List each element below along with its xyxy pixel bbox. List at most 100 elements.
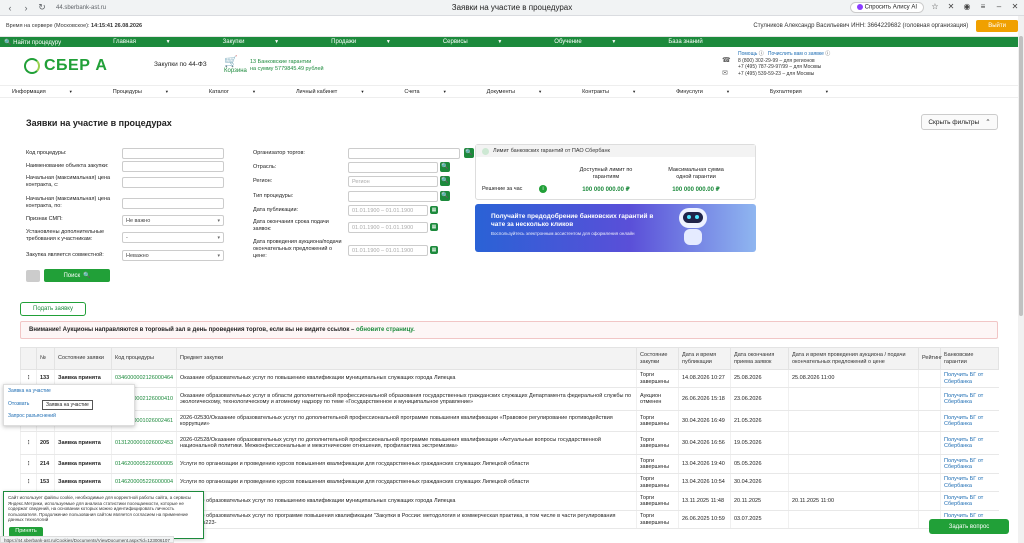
menu-item-withdraw[interactable]: Отозвать xyxy=(8,401,29,407)
menu-item-cabinet[interactable]: Личный кабинет ▼ xyxy=(296,89,384,95)
warning-banner: Внимание! Аукционы направляются в торгов… xyxy=(20,321,998,339)
back-icon[interactable]: ‹ xyxy=(4,2,16,14)
deadline-date: 05.05.2026 xyxy=(730,454,789,474)
organizer-input[interactable] xyxy=(348,148,460,159)
guarantee-banner[interactable]: Получайте предодобрение банковских гаран… xyxy=(475,204,756,252)
cookie-notice: Сайт использует файлы cookie, необходимы… xyxy=(3,491,204,539)
proc-type-input[interactable] xyxy=(348,191,438,202)
calendar-icon[interactable]: ▦ xyxy=(430,246,438,254)
table-row[interactable]: ⋮ 153 Заявка принята 0146200005226000004 Усл… xyxy=(20,473,999,492)
reload-icon[interactable]: ↻ xyxy=(36,2,48,14)
rating-cell xyxy=(918,491,941,511)
browser-toolbar: ‹ › ↻ 44.sberbank-ast.ru Заявки на участ… xyxy=(0,0,1024,16)
nav-item-home[interactable]: Главная ▼ xyxy=(113,39,196,45)
price-to-input[interactable] xyxy=(122,198,224,209)
row-menu-icon[interactable]: ⋮ xyxy=(20,473,37,492)
refresh-page-link[interactable]: обновите страницу. xyxy=(356,327,415,333)
bookmark-icon[interactable]: ☆ xyxy=(930,2,940,12)
menu-item-accounts[interactable]: Счета ▼ xyxy=(404,89,466,95)
cart-summary[interactable]: 13 Банковские гарантии на сумму 5779845.… xyxy=(250,59,324,73)
table-row[interactable]: ⋮ 214 Заявка принята 0146200005226000005 Усл… xyxy=(20,454,999,474)
get-guarantee-link[interactable]: Получить БГ от Сбербанка xyxy=(940,387,999,411)
auction-date xyxy=(788,410,919,432)
procedure-code-input[interactable] xyxy=(122,148,224,159)
minimize-icon[interactable]: – xyxy=(994,2,1004,12)
hide-filters-button[interactable]: Скрыть фильтры ⌃ xyxy=(921,114,998,130)
nav-item-training[interactable]: Обучение ▼ xyxy=(554,39,642,45)
menu-item-accounting[interactable]: Бухгалтерия ▼ xyxy=(770,89,849,95)
purchase-status: Торги завершены xyxy=(636,473,679,492)
proc-type-search-icon[interactable]: 🔍 xyxy=(440,191,450,201)
procedure-code-link[interactable]: 0146200005226000005 xyxy=(111,454,177,474)
server-time: Время на сервере (Московское): 14:15:41 … xyxy=(6,23,143,29)
find-procedure-link[interactable]: 🔍 Найти процедуру xyxy=(4,39,87,46)
ask-question-button[interactable]: Задать вопрос xyxy=(929,519,1009,534)
object-name-input[interactable] xyxy=(122,161,224,172)
nav-item-sales[interactable]: Продажи ▼ xyxy=(331,39,417,45)
menu-item-contracts[interactable]: Контракты ▼ xyxy=(582,89,656,95)
menu-item-info[interactable]: Информация ▼ xyxy=(12,89,93,95)
alice-label: Спросить Алису AI xyxy=(864,4,917,11)
row-menu-icon[interactable]: ⋮ xyxy=(20,431,37,455)
rate-link[interactable]: Почислить вам о заявке xyxy=(768,51,824,57)
smp-select[interactable]: Не важно ▾ xyxy=(122,215,224,226)
pub-date-range[interactable]: 01.01.1900 – 01.01.1900 xyxy=(348,205,428,216)
calendar-icon[interactable]: ▦ xyxy=(430,206,438,214)
search-button[interactable]: Поиск 🔍 xyxy=(44,269,110,282)
address-bar[interactable]: 44.sberbank-ast.ru xyxy=(56,5,106,11)
auction-date-range[interactable]: 01.01.1900 – 01.01.1900 xyxy=(348,245,428,256)
close-icon[interactable]: ✕ xyxy=(1010,2,1020,12)
logout-button[interactable]: Выйти xyxy=(976,20,1018,32)
sber-logo[interactable]: СБЕР А xyxy=(24,57,107,75)
calendar-icon[interactable]: ▦ xyxy=(430,223,438,231)
get-guarantee-link[interactable]: Получить БГ от Сбербанка xyxy=(940,491,999,511)
organizer-search-icon[interactable]: 🔍 xyxy=(464,148,474,158)
deadline-date: 03.07.2025 xyxy=(730,510,789,529)
branch-input[interactable] xyxy=(348,162,438,173)
region-input[interactable]: Регион xyxy=(348,176,438,187)
nav-item-services[interactable]: Сервисы ▼ xyxy=(443,39,528,45)
get-guarantee-link[interactable]: Получить БГ от Сбербанка xyxy=(940,431,999,455)
filter-label-pub-date: Дата публикации: xyxy=(253,207,299,213)
info-icon[interactable]: i xyxy=(539,185,547,193)
procedure-code-link[interactable]: 0146200005226000004 xyxy=(111,473,177,492)
extension2-icon[interactable]: ◉ xyxy=(962,2,972,12)
help-link[interactable]: Помощь xyxy=(738,51,757,57)
get-guarantee-link[interactable]: Получить БГ от Сбербанка xyxy=(940,473,999,492)
table-row[interactable]: ⋮ 205 Заявка принята 0131200001026002453 202… xyxy=(20,431,999,455)
menu-item-catalog[interactable]: Каталог ▼ xyxy=(209,89,276,95)
table-row[interactable]: ⋮ 133 Заявка принята 0346000002126000464 Ока… xyxy=(20,369,999,388)
chevron-up-icon: ⌃ xyxy=(985,119,991,126)
joint-select[interactable]: Неважно ▾ xyxy=(122,250,224,261)
get-guarantee-link[interactable]: Получить БГ от Сбербанка xyxy=(940,410,999,432)
auction-date xyxy=(788,387,919,411)
menu-item-application[interactable]: Заявка на участие xyxy=(8,388,51,394)
scrollbar-thumb[interactable] xyxy=(1019,36,1023,316)
extension-icon[interactable]: ✕ xyxy=(946,2,956,12)
submit-application-button[interactable]: Подать заявку xyxy=(20,302,86,316)
menu-item-documents[interactable]: Документы ▼ xyxy=(487,89,562,95)
menu-icon[interactable]: ≡ xyxy=(978,2,988,12)
page-scrollbar[interactable] xyxy=(1018,16,1024,543)
row-menu-icon[interactable]: ⋮ xyxy=(20,454,37,474)
menu-item-finservices[interactable]: Финуслуги ▼ xyxy=(676,89,750,95)
menu-item-clarification[interactable]: Запрос разъяснений xyxy=(8,413,56,419)
region-search-icon[interactable]: 🔍 xyxy=(440,176,450,186)
nav-item-knowledge[interactable]: База знаний xyxy=(668,39,702,45)
extra-req-select[interactable]: - ▾ xyxy=(122,232,224,243)
forward-icon[interactable]: › xyxy=(20,2,32,14)
price-from-input[interactable] xyxy=(122,177,224,188)
get-guarantee-link[interactable]: Получить БГ от Сбербанка xyxy=(940,454,999,474)
get-guarantee-link[interactable]: Получить БГ от Сбербанка xyxy=(940,369,999,388)
cart-link[interactable]: 🛒 Корзина xyxy=(224,55,247,74)
nav-item-purchases[interactable]: Закупки ▼ xyxy=(223,39,306,45)
deadline-range[interactable]: 01.01.1900 – 01.01.1900 xyxy=(348,222,428,233)
menu-item-procedures[interactable]: Процедуры ▼ xyxy=(113,89,189,95)
secondary-menu: Информация ▼ Процедуры ▼ Каталог ▼ Личны… xyxy=(0,85,1024,98)
procedure-code-link[interactable]: 0131200001026002453 xyxy=(111,431,177,455)
branch-search-icon[interactable]: 🔍 xyxy=(440,162,450,172)
clear-filters-button[interactable] xyxy=(26,270,40,282)
table-row[interactable]: ⋮03010000010260024612026-02530/Оказание … xyxy=(20,410,999,432)
table-row[interactable]: ⋮0346000002126000410Оказание образовател… xyxy=(20,387,999,411)
alice-button[interactable]: Спросить Алису AI xyxy=(849,2,924,13)
